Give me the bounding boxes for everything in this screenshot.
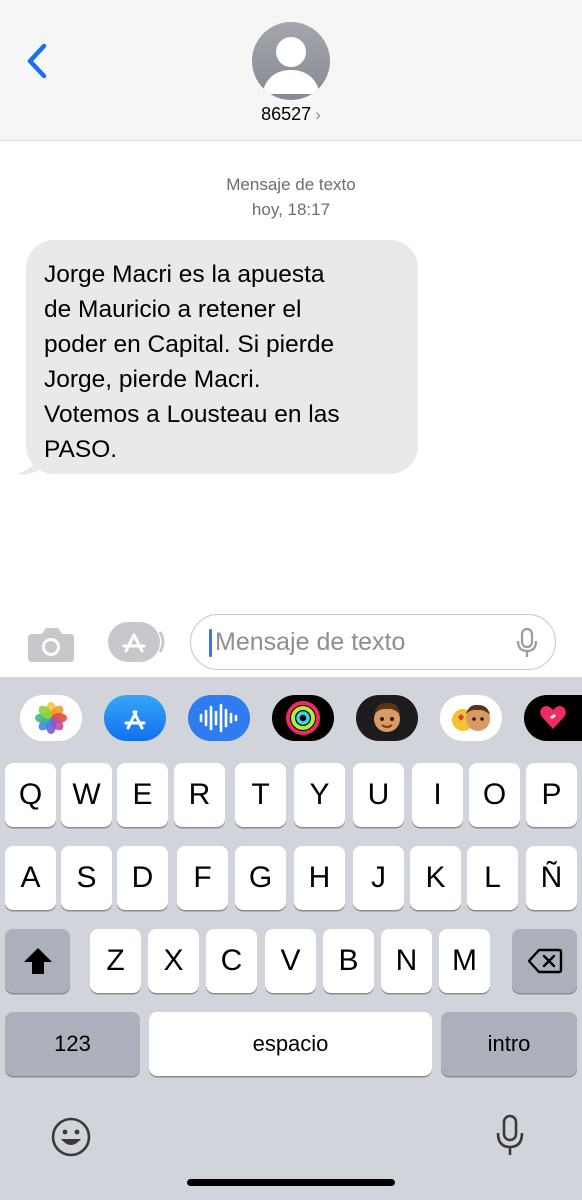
service-label: Mensaje de texto xyxy=(226,175,356,194)
dictation-microphone-icon[interactable] xyxy=(495,1113,525,1159)
message-placeholder: Mensaje de texto xyxy=(215,628,406,656)
received-message-bubble[interactable]: Jorge Macri es la apuesta de Mauricio a … xyxy=(26,240,418,474)
key-g[interactable]: G xyxy=(235,846,286,910)
audio-message-icon xyxy=(199,703,238,733)
photos-icon xyxy=(35,702,67,734)
home-indicator[interactable] xyxy=(187,1179,395,1186)
conversation-header: 86527 › xyxy=(0,0,582,141)
key-d[interactable]: D xyxy=(117,846,168,910)
key-c[interactable]: C xyxy=(206,929,257,993)
key-enye[interactable]: Ñ xyxy=(526,846,577,910)
avatar[interactable] xyxy=(252,22,330,100)
person-silhouette-icon xyxy=(262,37,320,94)
text-cursor xyxy=(209,629,212,657)
key-p[interactable]: P xyxy=(526,763,577,827)
chevron-left-icon xyxy=(27,43,47,79)
app-activity[interactable] xyxy=(272,695,334,741)
key-k[interactable]: K xyxy=(410,846,461,910)
key-f[interactable]: F xyxy=(177,846,228,910)
timestamp: hoy, 18:17 xyxy=(251,200,331,219)
key-a[interactable]: A xyxy=(5,846,56,910)
memoji-stickers-icon xyxy=(452,704,490,731)
key-s[interactable]: S xyxy=(61,846,112,910)
shift-icon xyxy=(23,948,52,974)
app-photos[interactable] xyxy=(20,695,82,741)
key-i[interactable]: I xyxy=(412,763,463,827)
key-q[interactable]: Q xyxy=(5,763,56,827)
apps-button[interactable] xyxy=(106,620,166,664)
key-v[interactable]: V xyxy=(265,929,316,993)
key-m[interactable]: M xyxy=(439,929,490,993)
key-h[interactable]: H xyxy=(294,846,345,910)
memoji-icon xyxy=(374,702,400,732)
app-store-icon xyxy=(108,622,165,662)
app-memoji-stickers[interactable] xyxy=(440,695,502,741)
microphone-icon[interactable] xyxy=(515,627,539,659)
key-y[interactable]: Y xyxy=(294,763,345,827)
space-key[interactable]: espacio xyxy=(149,1012,432,1076)
contact-name-button[interactable]: 86527 › xyxy=(0,104,582,125)
app-store-icon xyxy=(124,710,146,730)
delete-icon xyxy=(527,948,562,974)
key-t[interactable]: T xyxy=(235,763,286,827)
key-u[interactable]: U xyxy=(353,763,404,827)
activity-icon xyxy=(286,701,320,735)
delete-key[interactable] xyxy=(512,929,577,993)
app-digital-touch[interactable] xyxy=(524,695,582,741)
chevron-right-icon: › xyxy=(315,105,321,124)
message-meta: Mensaje de texto hoy, 18:17 xyxy=(0,172,582,222)
key-x[interactable]: X xyxy=(148,929,199,993)
camera-icon xyxy=(28,628,74,662)
key-n[interactable]: N xyxy=(381,929,432,993)
key-z[interactable]: Z xyxy=(90,929,141,993)
key-b[interactable]: B xyxy=(323,929,374,993)
key-r[interactable]: R xyxy=(174,763,225,827)
key-j[interactable]: J xyxy=(353,846,404,910)
keyboard: Q W E R T Y U I O P A S D F G H J K L Ñ … xyxy=(0,677,582,1200)
key-o[interactable]: O xyxy=(469,763,520,827)
contact-name: 86527 xyxy=(261,104,312,124)
imessage-app-drawer xyxy=(0,677,582,757)
emoji-icon[interactable] xyxy=(50,1116,92,1158)
key-l[interactable]: L xyxy=(467,846,518,910)
return-key[interactable]: intro xyxy=(441,1012,577,1076)
app-app-store[interactable] xyxy=(104,695,166,741)
shift-key[interactable] xyxy=(5,929,70,993)
numbers-key[interactable]: 123 xyxy=(5,1012,140,1076)
back-button[interactable] xyxy=(22,40,52,82)
app-audio-message[interactable] xyxy=(188,695,250,741)
key-w[interactable]: W xyxy=(61,763,112,827)
camera-button[interactable] xyxy=(26,624,76,664)
app-memoji[interactable] xyxy=(356,695,418,741)
key-e[interactable]: E xyxy=(117,763,168,827)
digital-touch-icon xyxy=(540,706,566,729)
message-input[interactable]: Mensaje de texto xyxy=(190,614,556,670)
